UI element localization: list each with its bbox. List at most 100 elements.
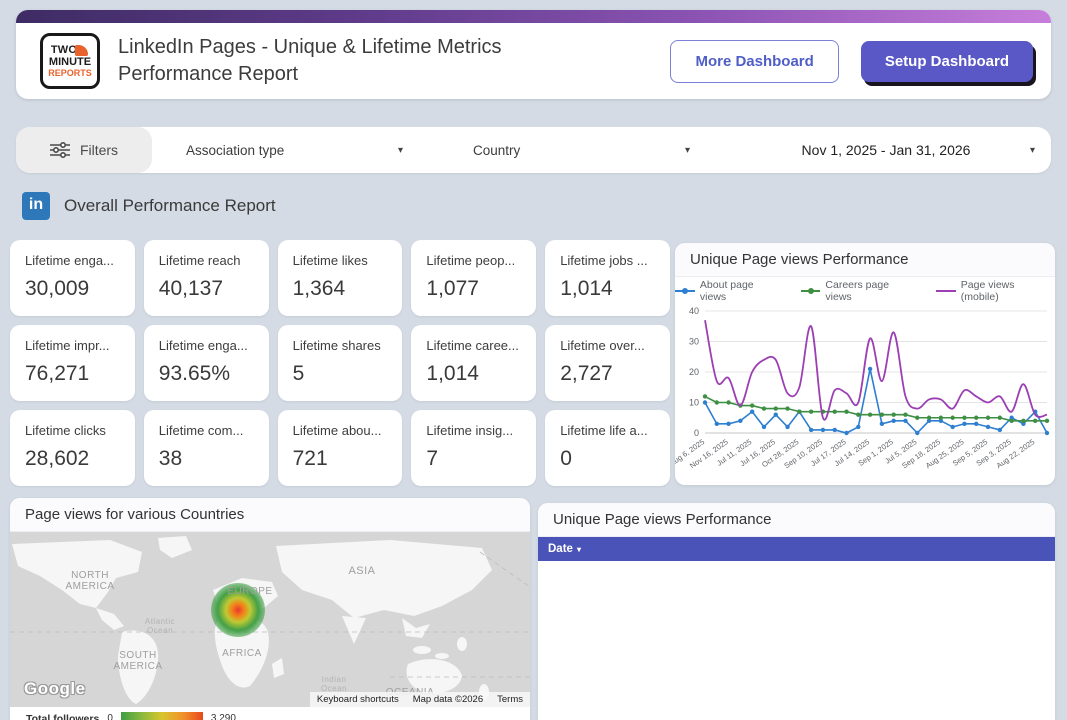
association-type-dropdown[interactable]: Association type ▾ [152,143,439,158]
pageviews-chart: 010203040Aug 6, 2025Nov 16, 2025Jul 11, … [675,303,1055,485]
metric-card: Lifetime likes1,364 [278,240,403,316]
metric-value: 38 [159,447,254,471]
legend-swatch [675,290,695,292]
metric-label: Lifetime caree... [426,338,521,353]
legend-item: About page views [675,279,783,303]
svg-text:0: 0 [694,428,699,438]
metric-card: Lifetime abou... 721 [278,410,403,486]
association-type-label: Association type [186,143,284,158]
map-region-label: ASIA [348,565,375,577]
metric-value: 28,602 [25,447,120,471]
metric-label: Lifetime enga... [159,338,254,353]
pageviews-table: Date▾ [538,537,1055,561]
legend-swatch [801,290,821,292]
google-logo: Google [24,679,86,699]
table-title: Unique Page views Performance [538,503,1055,537]
metric-value: 0 [560,447,655,471]
svg-text:40: 40 [689,306,699,316]
metric-value: 5 [293,362,388,386]
legend-text: Careers page views [825,279,917,303]
metric-value: 40,137 [159,277,254,301]
metric-label: Lifetime peop... [426,253,521,268]
metric-label: Lifetime enga... [25,253,120,268]
table-header-date[interactable]: Date▾ [538,537,1055,561]
sort-icon: ▾ [577,545,581,554]
svg-text:10: 10 [689,398,699,408]
legend-label: Total followers [26,713,99,720]
metric-label: Lifetime over... [560,338,655,353]
map-color-legend: Total followers 0 3,290 [10,707,530,720]
logo-line: MINUTE [49,57,91,68]
metric-value: 1,014 [560,277,655,301]
metric-card: Lifetime reach40,137 [144,240,269,316]
map-region-label: NORTHAMERICA [65,570,114,592]
chevron-down-icon: ▾ [1030,145,1035,156]
setup-dashboard-button[interactable]: Setup Dashboard [861,41,1033,82]
metric-card: Lifetime peop... 1,077 [411,240,536,316]
metric-value: 30,009 [25,277,120,301]
map-region-label: AFRICA [222,648,262,659]
legend-dot [682,288,688,294]
legend-max: 3,290 [211,713,236,720]
legend-text: Page views (mobile) [961,279,1055,303]
metric-card: Lifetime impr...76,271 [10,325,135,401]
section-header: in Overall Performance Report [22,192,276,220]
metric-value: 721 [293,447,388,471]
header-gradient-strip [16,10,1051,23]
date-range-value: Nov 1, 2025 - Jan 31, 2026 [742,142,1030,158]
more-dashboard-button[interactable]: More Dashboard [670,40,838,83]
filters-label: Filters [80,142,118,158]
linkedin-icon: in [22,192,50,220]
map-panel: Page views for various Countries [10,498,530,720]
section-title: Overall Performance Report [64,196,276,216]
logo-fan-icon [75,45,88,56]
legend-item: Page views (mobile) [936,279,1055,303]
world-map-canvas[interactable]: NORTHAMERICA SOUTHAMERICA EUROPE AFRICA ASIA… [10,532,530,707]
metric-value: 1,077 [426,277,521,301]
metric-card: Lifetime insig... 7 [411,410,536,486]
metric-label: Lifetime likes [293,253,388,268]
metric-card: Lifetime caree...1,014 [411,325,536,401]
metric-label: Lifetime shares [293,338,388,353]
map-attribution: Keyboard shortcuts Map data ©2026 Terms [310,692,530,707]
metric-card: Lifetime enga... 93.65% [144,325,269,401]
country-label: Country [473,143,520,158]
metric-label: Lifetime jobs ... [560,253,655,268]
map-region-label: AtlanticOcean [145,617,175,635]
metric-card: Lifetime over... 2,727 [545,325,670,401]
filters-toggle[interactable]: Filters [16,127,152,173]
legend-dot [808,288,814,294]
two-minute-reports-logo: TWO MINUTE REPORTS [40,33,100,89]
country-dropdown[interactable]: Country ▾ [439,143,726,158]
color-gradient-bar [121,712,203,720]
sliders-icon [50,141,70,159]
metric-label: Lifetime insig... [426,423,521,438]
terms-link[interactable]: Terms [490,692,530,707]
metric-value: 2,727 [560,362,655,386]
chevron-down-icon: ▾ [685,145,690,156]
legend-item: Careers page views [801,279,918,303]
chart-title: Unique Page views Performance [675,243,1055,277]
logo-line: TWO [51,45,77,56]
header: TWO MINUTE REPORTS LinkedIn Pages - Uniq… [16,10,1051,99]
legend-text: About page views [700,279,783,303]
metric-value: 76,271 [25,362,120,386]
table-panel: Unique Page views Performance Date▾ [538,503,1055,720]
metric-card: Lifetime life a... 0 [545,410,670,486]
legend-swatch [936,290,956,292]
map-region-label: EUROPE [227,586,272,597]
metric-value: 93.65% [159,362,254,386]
metric-label: Lifetime life a... [560,423,655,438]
map-title: Page views for various Countries [10,498,530,532]
metric-label: Lifetime clicks [25,423,120,438]
metric-card: Lifetime jobs ... 1,014 [545,240,670,316]
chevron-down-icon: ▾ [398,145,403,156]
map-region-label: SOUTHAMERICA [113,650,162,672]
keyboard-shortcuts-link[interactable]: Keyboard shortcuts [310,692,406,707]
metric-card: Lifetime clicks 28,602 [10,410,135,486]
metric-label: Lifetime abou... [293,423,388,438]
legend-min: 0 [107,713,113,720]
date-range-picker[interactable]: Nov 1, 2025 - Jan 31, 2026 ▾ [726,142,1051,158]
metric-value: 7 [426,447,521,471]
pageviews-chart-panel: Unique Page views Performance About page… [675,243,1055,485]
